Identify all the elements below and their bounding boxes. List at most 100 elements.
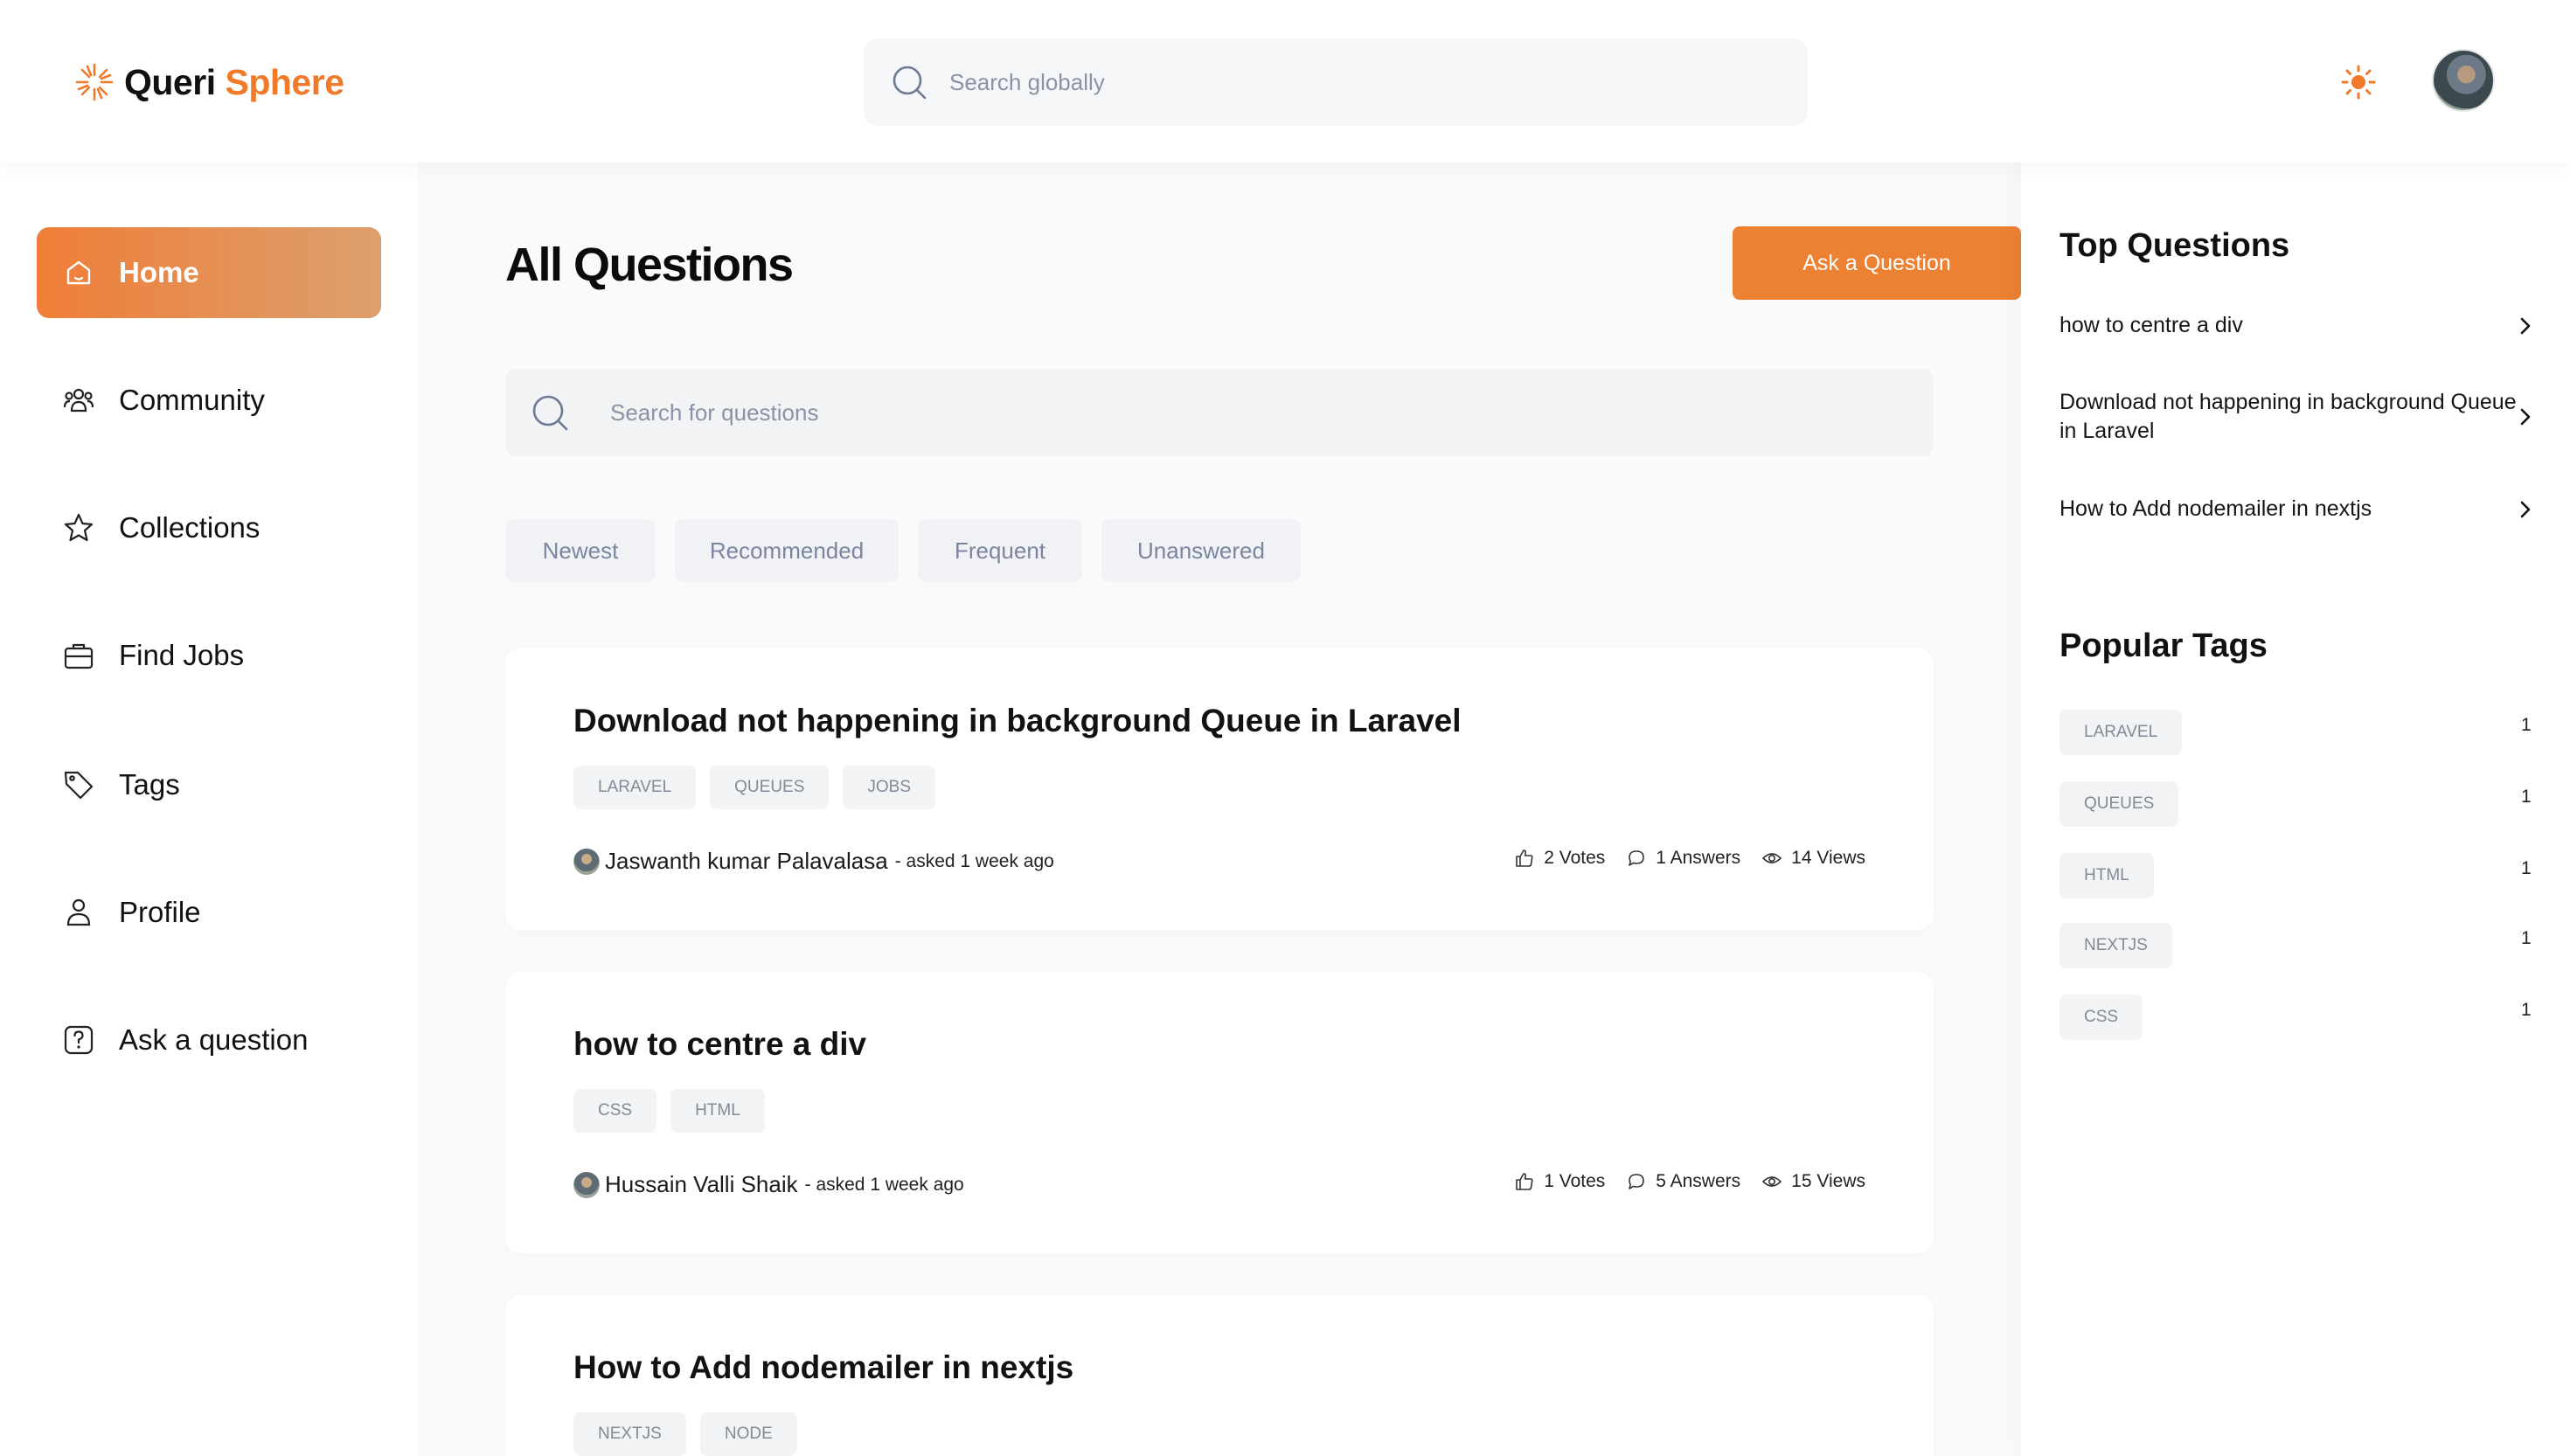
question-author-meta: Hussain Valli Shaik - asked 1 week ago xyxy=(573,1171,964,1198)
sidebar-item-label: Community xyxy=(119,384,265,416)
ask-question-button[interactable]: Ask a Question xyxy=(1733,226,2021,300)
sidebar-item-label: Collections xyxy=(119,511,260,544)
tag-chip[interactable]: LARAVEL xyxy=(573,766,697,809)
home-icon xyxy=(66,260,91,285)
question-tags: NEXTJS NODE xyxy=(573,1412,797,1456)
filter-newest[interactable]: Newest xyxy=(505,519,656,582)
author-name[interactable]: Jaswanth kumar Palavalasa xyxy=(605,848,888,875)
views-stat: 14 Views xyxy=(1761,848,1865,869)
popular-tag-count: 1 xyxy=(2521,1000,2532,1020)
question-title[interactable]: how to centre a div xyxy=(573,1026,866,1063)
sidebar-item-home[interactable]: Home xyxy=(37,227,381,318)
tag-chip[interactable]: QUEUES xyxy=(710,766,830,809)
thumbs-up-icon xyxy=(1516,849,1533,867)
sidebar-item-label: Tags xyxy=(119,768,180,801)
question-title[interactable]: Download not happening in background Que… xyxy=(573,703,1462,739)
popular-tag-chip[interactable]: NEXTJS xyxy=(2059,923,2172,968)
sun-icon[interactable] xyxy=(2341,65,2376,100)
question-stats: 1 Votes 5 Answers 15 Views xyxy=(1514,1171,1865,1192)
tag-chip[interactable]: NEXTJS xyxy=(573,1412,686,1456)
answers-count: 5 Answers xyxy=(1656,1171,1741,1191)
author-name[interactable]: Hussain Valli Shaik xyxy=(605,1171,798,1198)
answers-stat: 1 Answers xyxy=(1626,848,1740,869)
search-icon xyxy=(532,395,568,431)
briefcase-icon xyxy=(64,643,94,669)
popular-tag-chip[interactable]: CSS xyxy=(2059,995,2143,1040)
logo-text: Queri Sphere xyxy=(124,62,344,103)
answers-count: 1 Answers xyxy=(1656,848,1741,868)
question-title[interactable]: How to Add nodemailer in nextjs xyxy=(573,1349,1073,1386)
views-count: 15 Views xyxy=(1791,1171,1865,1191)
sidebar-item-community[interactable]: Community xyxy=(37,355,381,446)
filter-recommended[interactable]: Recommended xyxy=(675,519,899,582)
left-sidebar: Home Community Collections Find Jobs Tag… xyxy=(0,163,418,1456)
top-questions-title: Top Questions xyxy=(2059,227,2290,264)
tag-chip[interactable]: CSS xyxy=(573,1089,657,1133)
popular-tag-count: 1 xyxy=(2521,715,2532,735)
asked-time: - asked 1 week ago xyxy=(894,850,1054,871)
right-sidebar: Top Questions how to centre a div Downlo… xyxy=(2021,163,2570,1456)
global-search-bar[interactable] xyxy=(864,38,1808,126)
chevron-right-icon[interactable] xyxy=(2514,315,2537,337)
sidebar-item-label: Ask a question xyxy=(119,1023,309,1056)
sidebar-item-label: Profile xyxy=(119,896,201,928)
votes-count: 1 Votes xyxy=(1544,1171,1606,1191)
eye-icon xyxy=(1762,1176,1782,1187)
thumbs-up-icon xyxy=(1516,1173,1533,1190)
views-count: 14 Views xyxy=(1791,848,1865,868)
question-card: How to Add nodemailer in nextjs NEXTJS N… xyxy=(505,1295,1934,1456)
top-question-link[interactable]: how to centre a div xyxy=(2059,311,2532,340)
sidebar-item-collections[interactable]: Collections xyxy=(37,482,381,573)
sidebar-item-label: Home xyxy=(119,256,199,288)
users-icon xyxy=(63,388,94,413)
votes-count: 2 Votes xyxy=(1544,848,1606,868)
views-stat: 15 Views xyxy=(1761,1171,1865,1192)
comment-icon xyxy=(1629,1174,1645,1189)
question-card: how to centre a div CSS HTML Hussain Val… xyxy=(505,972,1934,1253)
sidebar-item-ask-question[interactable]: Ask a question xyxy=(37,995,381,1085)
eye-icon xyxy=(1762,853,1782,863)
popular-tag-chip[interactable]: HTML xyxy=(2059,853,2154,898)
popular-tag-count: 1 xyxy=(2521,928,2532,948)
top-question-link[interactable]: How to Add nodemailer in nextjs xyxy=(2059,495,2532,523)
logo-primary: Queri xyxy=(124,61,216,102)
top-header: Queri Sphere xyxy=(0,0,2570,163)
question-tags: LARAVEL QUEUES JOBS xyxy=(573,766,936,809)
popular-tags-title: Popular Tags xyxy=(2059,627,2268,664)
user-avatar[interactable] xyxy=(2432,49,2495,112)
popular-tag-count: 1 xyxy=(2521,787,2532,807)
filter-frequent[interactable]: Frequent xyxy=(918,519,1082,582)
comment-icon xyxy=(1629,850,1645,866)
popular-tag-chip[interactable]: QUEUES xyxy=(2059,781,2179,827)
tag-icon xyxy=(64,771,94,800)
sidebar-item-profile[interactable]: Profile xyxy=(37,867,381,958)
question-author-meta: Jaswanth kumar Palavalasa - asked 1 week… xyxy=(573,848,1054,875)
app-logo[interactable]: Queri Sphere xyxy=(73,58,344,107)
question-card: Download not happening in background Que… xyxy=(505,648,1934,930)
popular-tag-count: 1 xyxy=(2521,858,2532,878)
page-title: All Questions xyxy=(505,239,794,291)
global-search-input[interactable] xyxy=(949,68,1736,96)
chevron-right-icon[interactable] xyxy=(2514,498,2537,521)
tag-chip[interactable]: JOBS xyxy=(843,766,936,809)
votes-stat: 1 Votes xyxy=(1514,1171,1605,1192)
top-question-link[interactable]: Download not happening in background Que… xyxy=(2059,388,2532,446)
author-avatar[interactable] xyxy=(573,848,600,875)
sidebar-item-find-jobs[interactable]: Find Jobs xyxy=(37,610,381,701)
tag-chip[interactable]: HTML xyxy=(670,1089,765,1133)
question-search-bar[interactable] xyxy=(505,369,1934,456)
star-icon xyxy=(64,513,94,542)
user-icon xyxy=(66,898,91,926)
logo-accent: Sphere xyxy=(225,61,345,102)
chevron-right-icon[interactable] xyxy=(2514,406,2537,428)
author-avatar[interactable] xyxy=(573,1171,600,1198)
question-search-input[interactable] xyxy=(610,399,1834,426)
main-content: All Questions Ask a Question Newest Reco… xyxy=(418,163,2021,1456)
filter-unanswered[interactable]: Unanswered xyxy=(1101,519,1301,582)
sidebar-item-tags[interactable]: Tags xyxy=(37,739,381,830)
tag-chip[interactable]: NODE xyxy=(699,1412,797,1456)
answers-stat: 5 Answers xyxy=(1626,1171,1740,1192)
sidebar-item-label: Find Jobs xyxy=(119,639,245,671)
search-icon xyxy=(893,66,927,100)
popular-tag-chip[interactable]: LARAVEL xyxy=(2059,710,2183,755)
